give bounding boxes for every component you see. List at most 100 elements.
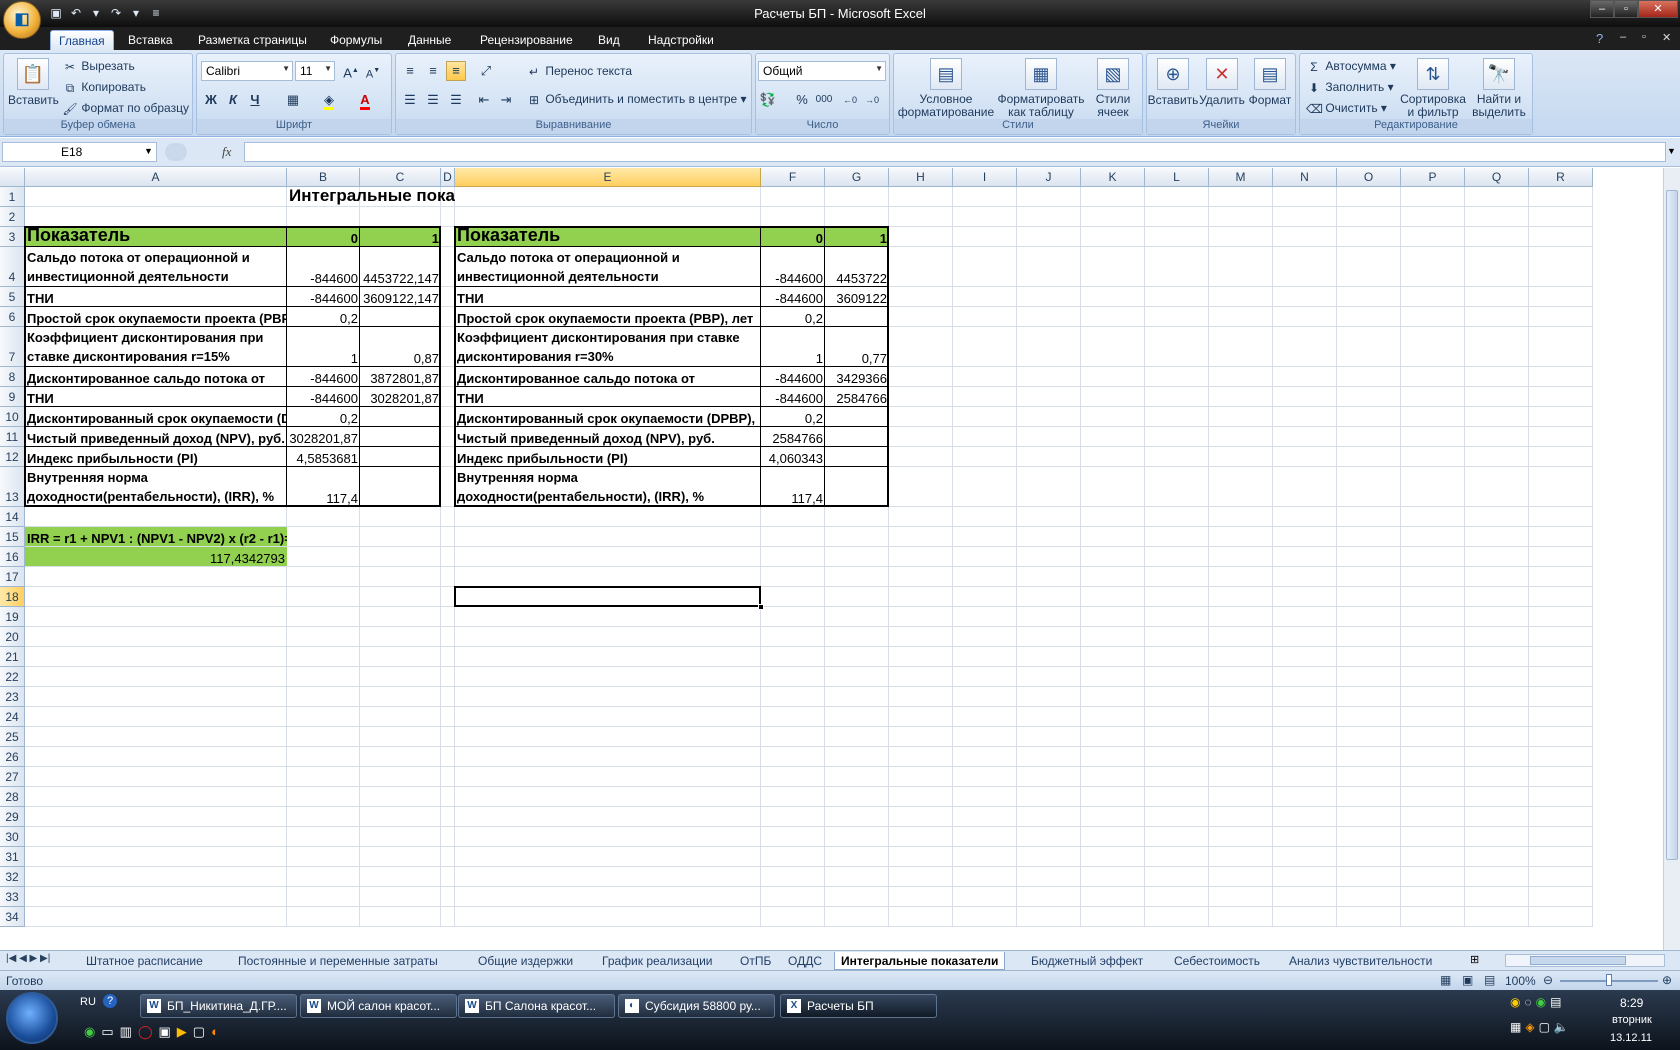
desktop-icon[interactable]: ▭ (101, 1024, 113, 1040)
column-header-h[interactable]: H (889, 168, 953, 187)
merge-center-button[interactable]: ⊞ Объединить и поместить в центре ▾ (526, 92, 747, 108)
taskbar-item[interactable]: W БП_Никитина_Д.ГР.... (140, 994, 297, 1018)
increase-decimal-button[interactable]: ←0 (840, 90, 860, 110)
row-header-32[interactable]: 32 (0, 867, 25, 887)
conditional-formatting-button[interactable]: ▤ Условное форматирование (896, 58, 996, 119)
column-header-a[interactable]: A (25, 168, 287, 187)
sheet-tab[interactable]: ОДДС (782, 952, 828, 970)
clock-date[interactable]: 13.12.11 (1610, 1032, 1652, 1044)
start-button[interactable] (6, 992, 58, 1044)
copy-button[interactable]: ⧉ Копировать (62, 80, 146, 96)
column-header-e[interactable]: E (455, 168, 761, 187)
row-header-7[interactable]: 7 (0, 327, 25, 367)
thousands-button[interactable]: 000 (814, 90, 834, 110)
column-header-g[interactable]: G (825, 168, 889, 187)
vertical-scroll-thumb[interactable] (1666, 190, 1678, 860)
zoom-in-icon[interactable]: ⊕ (1662, 973, 1672, 987)
tab-home[interactable]: Главная (50, 30, 114, 50)
row-header-14[interactable]: 14 (0, 507, 25, 527)
sheet-tab[interactable]: ОтПБ (734, 952, 777, 970)
tray-app-icon[interactable]: ◉ (1510, 995, 1520, 1009)
paste-button[interactable]: 📋 Вставить (8, 58, 59, 107)
column-header-d[interactable]: D (441, 168, 455, 187)
sheet-tab[interactable]: График реализации (596, 952, 719, 970)
utorrent-icon[interactable]: ◉ (84, 1024, 95, 1040)
row-header-25[interactable]: 25 (0, 727, 25, 747)
close-button[interactable]: ✕ (1638, 0, 1678, 18)
row-header-27[interactable]: 27 (0, 767, 25, 787)
taskbar-item[interactable]: ◐ Субсидия 58800 ру... (618, 994, 775, 1018)
zoom-level[interactable]: 100% (1505, 974, 1536, 988)
irr-value-cell[interactable]: 117,4342793 (25, 547, 287, 566)
font-name-combo[interactable]: Calibri ▼ (201, 61, 293, 81)
row-header-22[interactable]: 22 (0, 667, 25, 687)
shrink-font-button[interactable]: A▼ (363, 61, 383, 81)
media-player-icon[interactable]: ▶ (177, 1024, 187, 1040)
formula-input[interactable] (244, 142, 1666, 162)
bold-button[interactable]: Ж (201, 90, 221, 110)
row-header-8[interactable]: 8 (0, 367, 25, 387)
fill-button[interactable]: ⬇ Заполнить ▾ (1306, 80, 1394, 96)
workbook-close-icon[interactable]: ✕ (1662, 31, 1671, 44)
row-header-12[interactable]: 12 (0, 447, 25, 467)
column-header-r[interactable]: R (1529, 168, 1593, 187)
column-header-m[interactable]: M (1209, 168, 1273, 187)
font-color-button[interactable]: A (355, 90, 375, 110)
grow-font-button[interactable]: A▲ (341, 61, 361, 81)
vertical-scrollbar[interactable] (1663, 168, 1680, 950)
horizontal-scrollbar[interactable] (1505, 954, 1665, 967)
window-switch-icon[interactable]: ▥ (120, 1024, 132, 1040)
clock-day[interactable]: вторник (1612, 1014, 1652, 1026)
row-header-18[interactable]: 18 (0, 587, 25, 607)
currency-button[interactable]: 💱 (758, 90, 778, 110)
row-header-6[interactable]: 6 (0, 307, 25, 327)
sheet-tab[interactable]: Постоянные и переменные затраты (232, 952, 444, 970)
align-top-button[interactable]: ≡ (400, 61, 420, 81)
sheet-tab[interactable]: Себестоимость (1168, 952, 1266, 970)
tray-antivirus-icon[interactable]: ◈ (1525, 1020, 1534, 1034)
align-middle-button[interactable]: ≡ (423, 61, 443, 81)
row-header-1[interactable]: 1 (0, 187, 25, 207)
underline-button[interactable]: Ч (245, 90, 265, 110)
decrease-indent-button[interactable]: ⇤ (474, 90, 494, 110)
office-button[interactable]: ◧ (3, 1, 41, 39)
tray-b-icon[interactable]: ▢ (1539, 1020, 1550, 1034)
sheet-tab[interactable]: Штатное расписание (80, 952, 209, 970)
zoom-slider-thumb[interactable] (1606, 974, 1612, 986)
taskbar-item[interactable]: X Расчеты БП (780, 994, 937, 1018)
minimize-button[interactable]: – (1590, 0, 1614, 18)
tab-insert[interactable]: Вставка (120, 30, 181, 50)
tab-view[interactable]: Вид (590, 30, 628, 50)
cell-styles-button[interactable]: ▧ Стили ячеек (1088, 58, 1138, 119)
zoom-out-icon[interactable]: ⊖ (1543, 973, 1553, 987)
align-left-button[interactable]: ☰ (400, 90, 420, 110)
row-header-33[interactable]: 33 (0, 887, 25, 907)
format-as-table-button[interactable]: ▦ Форматировать как таблицу (996, 58, 1086, 119)
sheet-tab[interactable]: Интегральные показатели (834, 952, 1006, 970)
horizontal-scroll-thumb[interactable] (1530, 956, 1626, 965)
select-all-corner[interactable] (0, 168, 25, 187)
column-header-k[interactable]: K (1081, 168, 1145, 187)
font-size-combo[interactable]: 11 ▼ (295, 61, 335, 81)
autosum-button[interactable]: Σ Автосумма ▾ (1306, 59, 1396, 75)
row-header-9[interactable]: 9 (0, 387, 25, 407)
sheet-tab[interactable]: Бюджетный эффект (1025, 952, 1149, 970)
row-header-15[interactable]: 15 (0, 527, 25, 547)
tab-formulas[interactable]: Формулы (322, 30, 390, 50)
borders-button[interactable]: ▦ (283, 90, 303, 110)
tab-page-layout[interactable]: Разметка страницы (190, 30, 315, 50)
insert-cells-button[interactable]: ⊕ Вставить (1147, 58, 1199, 107)
row-header-11[interactable]: 11 (0, 427, 25, 447)
row-header-2[interactable]: 2 (0, 207, 25, 227)
fill-color-button[interactable]: ◈ (319, 90, 339, 110)
column-header-j[interactable]: J (1017, 168, 1081, 187)
tab-addins[interactable]: Надстройки (640, 30, 722, 50)
row-header-5[interactable]: 5 (0, 287, 25, 307)
italic-button[interactable]: К (223, 90, 243, 110)
align-center-button[interactable]: ☰ (423, 90, 443, 110)
opera-icon[interactable]: ◯ (138, 1024, 153, 1040)
tab-review[interactable]: Рецензирование (472, 30, 581, 50)
column-header-c[interactable]: C (360, 168, 441, 187)
align-bottom-button[interactable]: ≡ (446, 61, 466, 81)
row-header-17[interactable]: 17 (0, 567, 25, 587)
